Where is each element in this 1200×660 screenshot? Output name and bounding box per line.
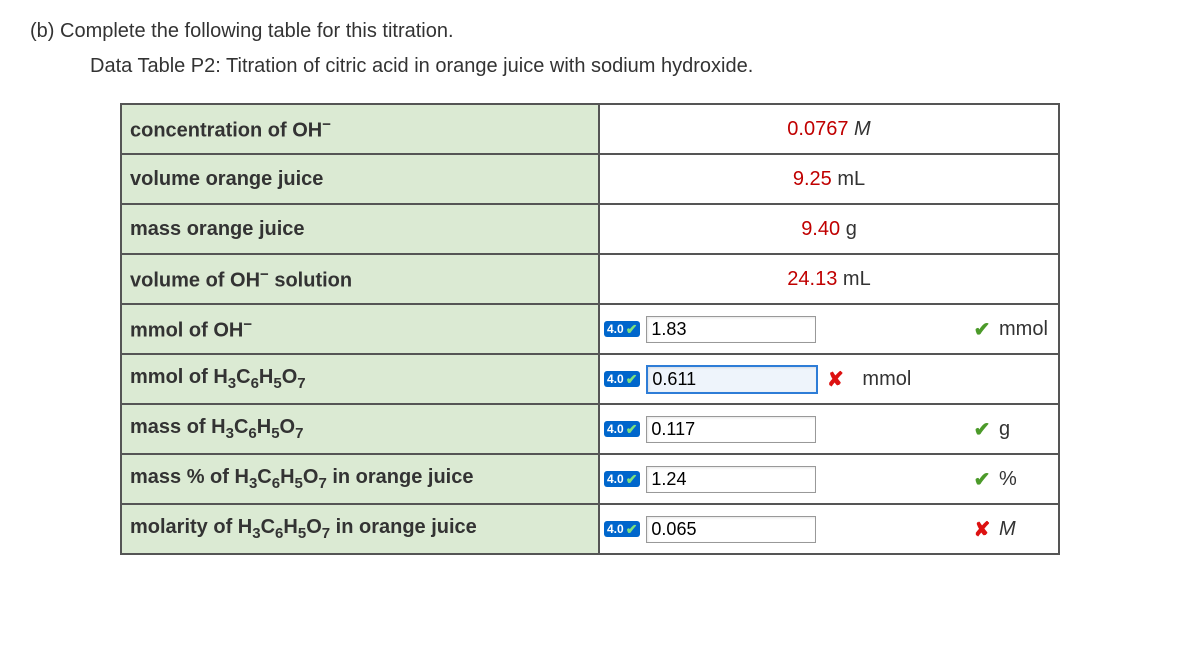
sigfig-badge: 4.0✔ bbox=[604, 371, 640, 387]
row-label: molarity of H3C6H5O7 in orange juice bbox=[121, 504, 599, 554]
row-value: 24.13 mL bbox=[599, 254, 1059, 304]
row-label: mass of H3C6H5O7 bbox=[121, 404, 599, 454]
answer-input-mmol-citric[interactable] bbox=[646, 365, 818, 394]
row-answer-cell: 4.0✔ ✘ M bbox=[599, 504, 1059, 554]
correct-icon: ✔ bbox=[971, 417, 993, 442]
sigfig-badge: 4.0✔ bbox=[604, 321, 640, 337]
answer-input-mmol-oh[interactable] bbox=[646, 316, 816, 343]
row-value: 9.25 mL bbox=[599, 154, 1059, 204]
row-value: 0.0767 M bbox=[599, 104, 1059, 154]
prompt-text: Complete the following table for this ti… bbox=[60, 20, 454, 42]
row-label: mass orange juice bbox=[121, 204, 599, 254]
sigfig-badge: 4.0✔ bbox=[604, 521, 640, 537]
answer-input-mass-citric[interactable] bbox=[646, 416, 816, 443]
check-icon: ✔ bbox=[626, 372, 638, 386]
table-row: mmol of OH− 4.0✔ ✔ mmol bbox=[121, 304, 1059, 354]
correct-icon: ✔ bbox=[971, 317, 993, 342]
sigfig-badge: 4.0✔ bbox=[604, 471, 640, 487]
table-row: volume of OH− solution 24.13 mL bbox=[121, 254, 1059, 304]
row-label: volume orange juice bbox=[121, 154, 599, 204]
row-label: mmol of OH− bbox=[121, 304, 599, 354]
titration-table: concentration of OH− 0.0767 M volume ora… bbox=[120, 103, 1060, 555]
row-label: mmol of H3C6H5O7 bbox=[121, 354, 599, 404]
answer-unit: g bbox=[999, 418, 1054, 441]
part-label: (b) bbox=[30, 20, 54, 42]
table-title: Data Table P2: Titration of citric acid … bbox=[90, 55, 1170, 78]
answer-unit: mmol bbox=[999, 318, 1054, 341]
given-value: 0.0767 bbox=[787, 118, 848, 140]
table-row: volume orange juice 9.25 mL bbox=[121, 154, 1059, 204]
answer-input-molarity-citric[interactable] bbox=[646, 516, 816, 543]
given-unit: M bbox=[854, 118, 871, 140]
row-answer-cell: 4.0✔ ✔ g bbox=[599, 404, 1059, 454]
row-answer-cell: 4.0✔ ✔% bbox=[599, 454, 1059, 504]
table-row: concentration of OH− 0.0767 M bbox=[121, 104, 1059, 154]
row-label: volume of OH− solution bbox=[121, 254, 599, 304]
wrong-icon: ✘ bbox=[824, 367, 846, 392]
check-icon: ✔ bbox=[626, 422, 638, 436]
wrong-icon: ✘ bbox=[971, 517, 993, 542]
given-value: 9.25 bbox=[793, 168, 832, 190]
row-answer-cell: 4.0✔ ✔ mmol bbox=[599, 304, 1059, 354]
row-label: concentration of OH− bbox=[121, 104, 599, 154]
table-row: mass orange juice 9.40 g bbox=[121, 204, 1059, 254]
answer-unit: % bbox=[999, 468, 1054, 491]
given-value: 9.40 bbox=[801, 218, 840, 240]
table-row: mass of H3C6H5O7 4.0✔ ✔ g bbox=[121, 404, 1059, 454]
row-value: 9.40 g bbox=[599, 204, 1059, 254]
table-row: mass % of H3C6H5O7 in orange juice 4.0✔ … bbox=[121, 454, 1059, 504]
sigfig-badge: 4.0✔ bbox=[604, 421, 640, 437]
given-value: 24.13 bbox=[787, 268, 837, 290]
question-prompt: (b) Complete the following table for thi… bbox=[30, 20, 1170, 43]
row-label: mass % of H3C6H5O7 in orange juice bbox=[121, 454, 599, 504]
row-answer-cell: 4.0✔ ✘ mmol bbox=[599, 354, 1059, 404]
check-icon: ✔ bbox=[626, 522, 638, 536]
given-unit: mL bbox=[837, 168, 865, 190]
given-unit: g bbox=[846, 218, 857, 240]
answer-unit: mmol bbox=[862, 368, 917, 391]
table-row: molarity of H3C6H5O7 in orange juice 4.0… bbox=[121, 504, 1059, 554]
correct-icon: ✔ bbox=[971, 467, 993, 492]
check-icon: ✔ bbox=[626, 472, 638, 486]
answer-input-masspct-citric[interactable] bbox=[646, 466, 816, 493]
answer-unit: M bbox=[999, 518, 1054, 541]
table-row: mmol of H3C6H5O7 4.0✔ ✘ mmol bbox=[121, 354, 1059, 404]
check-icon: ✔ bbox=[626, 322, 638, 336]
given-unit: mL bbox=[843, 268, 871, 290]
